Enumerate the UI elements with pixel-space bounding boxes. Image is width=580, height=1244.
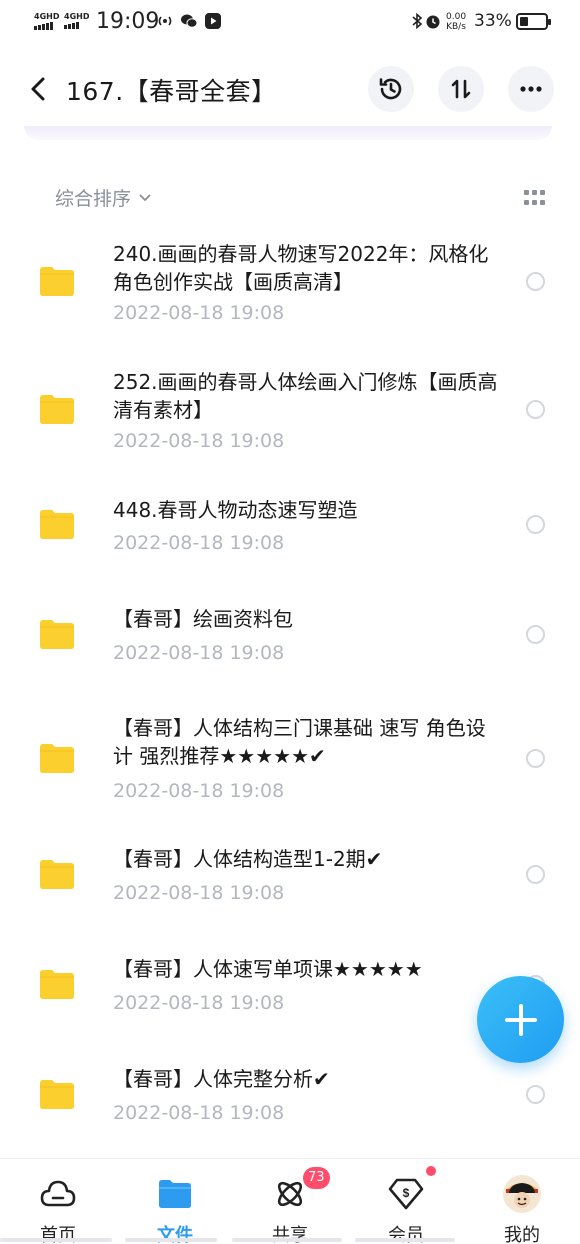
add-button[interactable] — [477, 976, 564, 1063]
file-name: 240.画画的春哥人物速写2022年：风格化角色创作实战【画质高清】 — [113, 242, 489, 294]
folder-icon — [40, 970, 74, 999]
nav-item-files[interactable]: 文件 — [130, 1159, 220, 1244]
chevron-down-icon — [139, 194, 151, 201]
gesture-bar — [125, 1238, 217, 1242]
file-date: 2022-08-18 19:08 — [113, 642, 285, 664]
network-speed: 0.00 KB/s — [446, 12, 466, 32]
folder-icon — [40, 267, 74, 296]
status-bar: 4GHD 4GHD 19:09 0.00 KB/s 33% — [0, 0, 580, 44]
folder-icon — [40, 620, 74, 649]
alarm-icon — [426, 15, 440, 29]
sort-selector[interactable]: 综合排序 — [55, 184, 151, 211]
select-radio[interactable] — [526, 749, 545, 768]
folder-icon — [40, 860, 74, 889]
file-name: 【春哥】人体速写单项课★★★★★ — [113, 957, 423, 981]
status-time: 19:09 — [96, 9, 160, 34]
file-name: 【春哥】人体结构造型1-2期✔ — [113, 847, 383, 871]
select-radio[interactable] — [526, 515, 545, 534]
folder-icon — [40, 744, 74, 773]
svg-text:$: $ — [403, 1186, 410, 1200]
file-name: 【春哥】人体完整分析✔ — [113, 1067, 330, 1091]
plus-icon — [504, 1003, 537, 1036]
folder-icon — [40, 510, 74, 539]
history-icon — [379, 78, 402, 100]
sim2-label: 4GHD — [64, 12, 90, 21]
battery-percent: 33% — [474, 11, 512, 31]
back-arrow-icon[interactable] — [24, 74, 54, 104]
sim1-signal: 4GHD — [34, 12, 59, 30]
speed-unit: KB/s — [446, 22, 466, 32]
select-radio[interactable] — [526, 400, 545, 419]
select-radio[interactable] — [526, 625, 545, 644]
file-date: 2022-08-18 19:08 — [113, 430, 285, 452]
cloud-icon — [38, 1174, 78, 1214]
wechat-icon — [181, 14, 198, 28]
speed-value: 0.00 — [446, 12, 467, 22]
sort-arrows-icon — [451, 79, 471, 99]
more-dots-icon — [520, 86, 542, 92]
file-date: 2022-08-18 19:08 — [113, 1102, 285, 1124]
share-badge: 73 — [303, 1167, 330, 1189]
sort-order-button[interactable] — [438, 66, 484, 112]
battery-fill — [520, 17, 528, 26]
file-name: 【春哥】人体结构三门课基础 速写 角色设计 强烈推荐★★★★★✔ — [113, 716, 486, 768]
sim1-label: 4GHD — [34, 12, 60, 21]
folder-icon — [155, 1174, 195, 1214]
more-button[interactable] — [508, 66, 554, 112]
vip-notification-dot — [426, 1166, 436, 1176]
nav-item-home[interactable]: 首页 — [13, 1159, 103, 1244]
file-name: 448.春哥人物动态速写塑造 — [113, 498, 358, 522]
select-radio[interactable] — [526, 865, 545, 884]
gesture-bar — [355, 1238, 455, 1242]
file-name: 252.画画的春哥人体绘画入门修炼【画质高清有素材】 — [113, 370, 498, 422]
header-shadow — [24, 126, 552, 140]
file-date: 2022-08-18 19:08 — [113, 532, 285, 554]
file-name: 【春哥】绘画资料包 — [113, 607, 293, 631]
folder-icon — [40, 395, 74, 424]
avatar — [502, 1174, 542, 1214]
file-date: 2022-08-18 19:08 — [113, 992, 285, 1014]
folder-icon — [40, 1080, 74, 1109]
history-button[interactable] — [368, 66, 414, 112]
file-date: 2022-08-18 19:08 — [113, 302, 285, 324]
header: 167.【春哥全套】 — [0, 60, 580, 120]
select-radio[interactable] — [526, 1085, 545, 1104]
select-radio[interactable] — [526, 272, 545, 291]
sort-label: 综合排序 — [55, 188, 132, 210]
file-date: 2022-08-18 19:08 — [113, 882, 285, 904]
video-app-icon — [205, 13, 221, 29]
page-title: 167.【春哥全套】 — [66, 77, 277, 106]
grid-view-icon[interactable] — [524, 190, 546, 206]
file-date: 2022-08-18 19:08 — [113, 780, 285, 802]
nav-item-vip[interactable]: $ 会员 — [361, 1159, 451, 1244]
gesture-bar — [232, 1238, 342, 1242]
nav-item-me[interactable]: 我的 — [477, 1159, 567, 1244]
vip-icon: $ — [386, 1174, 426, 1214]
nav-label-me: 我的 — [504, 1225, 540, 1244]
hotspot-icon — [158, 16, 172, 26]
sim2-signal: 4GHD — [64, 12, 89, 29]
battery-icon — [516, 13, 551, 30]
gesture-bar — [0, 1238, 112, 1242]
bottom-nav: 首页 文件 共享 $ 会员 我的 — [0, 1158, 580, 1244]
